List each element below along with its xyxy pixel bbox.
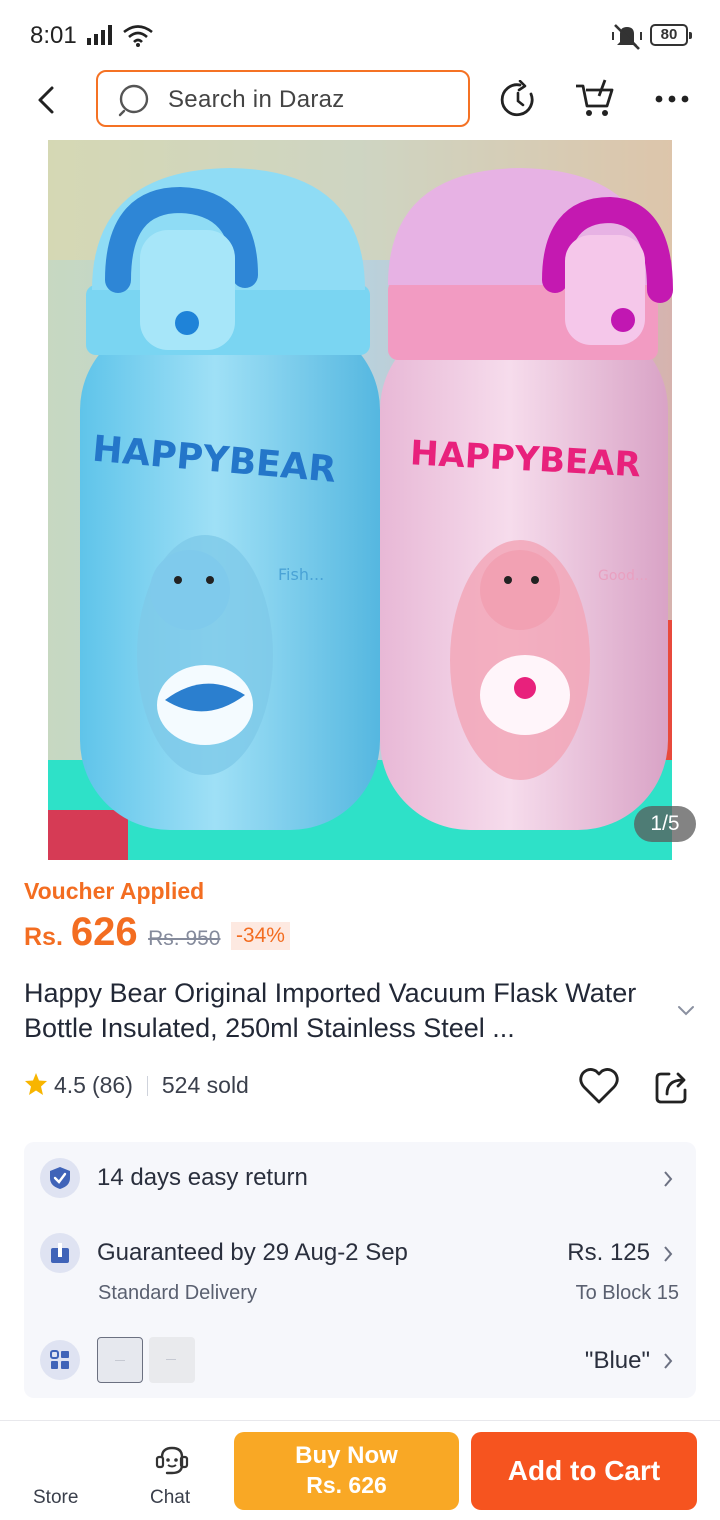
product-image-carousel[interactable]: HAPPYBEAR Fish... HAPPYBEAR Good... 1/5	[0, 140, 720, 860]
chat-icon[interactable]	[154, 1445, 190, 1479]
chevron-right-icon[interactable]	[662, 1352, 674, 1370]
price-value: 626	[70, 910, 138, 954]
pink-bottle-caption: Good...	[598, 568, 648, 584]
share-icon[interactable]	[653, 1068, 691, 1106]
bottom-action-bar: Store Chat Buy Now Rs. 626 Add to Cart	[0, 1420, 720, 1520]
delivery-location: To Block 15	[575, 1282, 679, 1304]
discount-badge: -34%	[230, 922, 290, 950]
more-icon[interactable]	[652, 92, 692, 106]
buy-now-price: Rs. 626	[306, 1472, 387, 1498]
history-icon[interactable]	[498, 80, 538, 120]
price-currency: Rs.	[24, 923, 63, 951]
rating-value: 4.5	[54, 1072, 86, 1098]
price-row: Rs. 626 Rs. 950 -34%	[24, 910, 290, 960]
service-info-card: 14 days easy return Guaranteed by 29 Aug…	[24, 1142, 696, 1398]
return-policy[interactable]: 14 days easy return	[97, 1164, 308, 1192]
chevron-right-icon[interactable]	[662, 1170, 674, 1188]
heart-icon[interactable]	[578, 1066, 620, 1106]
selected-variant[interactable]: "Blue"	[585, 1347, 650, 1375]
back-icon[interactable]	[30, 82, 66, 118]
buy-now-label: Buy Now	[295, 1442, 398, 1469]
cart-icon[interactable]	[574, 78, 616, 120]
divider	[146, 1076, 148, 1096]
sold-count: 524 sold	[161, 1072, 249, 1098]
chevron-down-icon[interactable]	[676, 1003, 696, 1017]
old-price: Rs. 950	[148, 927, 221, 950]
delivery-type: Standard Delivery	[98, 1282, 257, 1304]
battery-icon: 80	[650, 24, 692, 46]
shield-check-icon	[40, 1158, 80, 1198]
header: Search in Daraz	[0, 70, 720, 140]
variant-thumbnail-pink[interactable]	[149, 1337, 195, 1383]
status-time: 8:01	[30, 22, 77, 49]
delivery-fee[interactable]: Rs. 125	[567, 1239, 650, 1267]
wifi-icon	[123, 25, 153, 47]
star-icon	[25, 1073, 47, 1095]
voucher-applied-label: Voucher Applied	[24, 878, 205, 904]
signal-icon	[87, 25, 112, 45]
delivery-guarantee[interactable]: Guaranteed by 29 Aug-2 Sep	[97, 1239, 408, 1267]
rating-row[interactable]: 4.5 (86) 524 sold	[24, 1072, 249, 1102]
variant-thumbnail-blue[interactable]	[97, 1337, 143, 1383]
blue-bottle-caption: Fish...	[278, 565, 324, 584]
product-photo: HAPPYBEAR Fish... HAPPYBEAR Good...	[48, 140, 673, 860]
status-bar: 8:01 80	[0, 0, 720, 70]
variant-grid-icon	[40, 1340, 80, 1380]
mute-icon	[612, 24, 642, 50]
rating-count: (86)	[91, 1072, 133, 1098]
buy-now-button[interactable]: Buy Now Rs. 626	[234, 1432, 459, 1510]
chevron-right-icon[interactable]	[662, 1245, 674, 1263]
add-to-cart-button[interactable]: Add to Cart	[471, 1432, 697, 1510]
delivery-icon	[40, 1233, 80, 1273]
search-icon	[118, 84, 149, 117]
chat-button[interactable]: Chat	[150, 1487, 190, 1509]
search-placeholder: Search in Daraz	[168, 86, 345, 113]
image-counter: 1/5	[634, 806, 696, 842]
product-title: Happy Bear Original Imported Vacuum Flas…	[24, 978, 637, 1043]
search-input[interactable]: Search in Daraz	[96, 70, 470, 127]
store-button[interactable]: Store	[33, 1487, 78, 1509]
